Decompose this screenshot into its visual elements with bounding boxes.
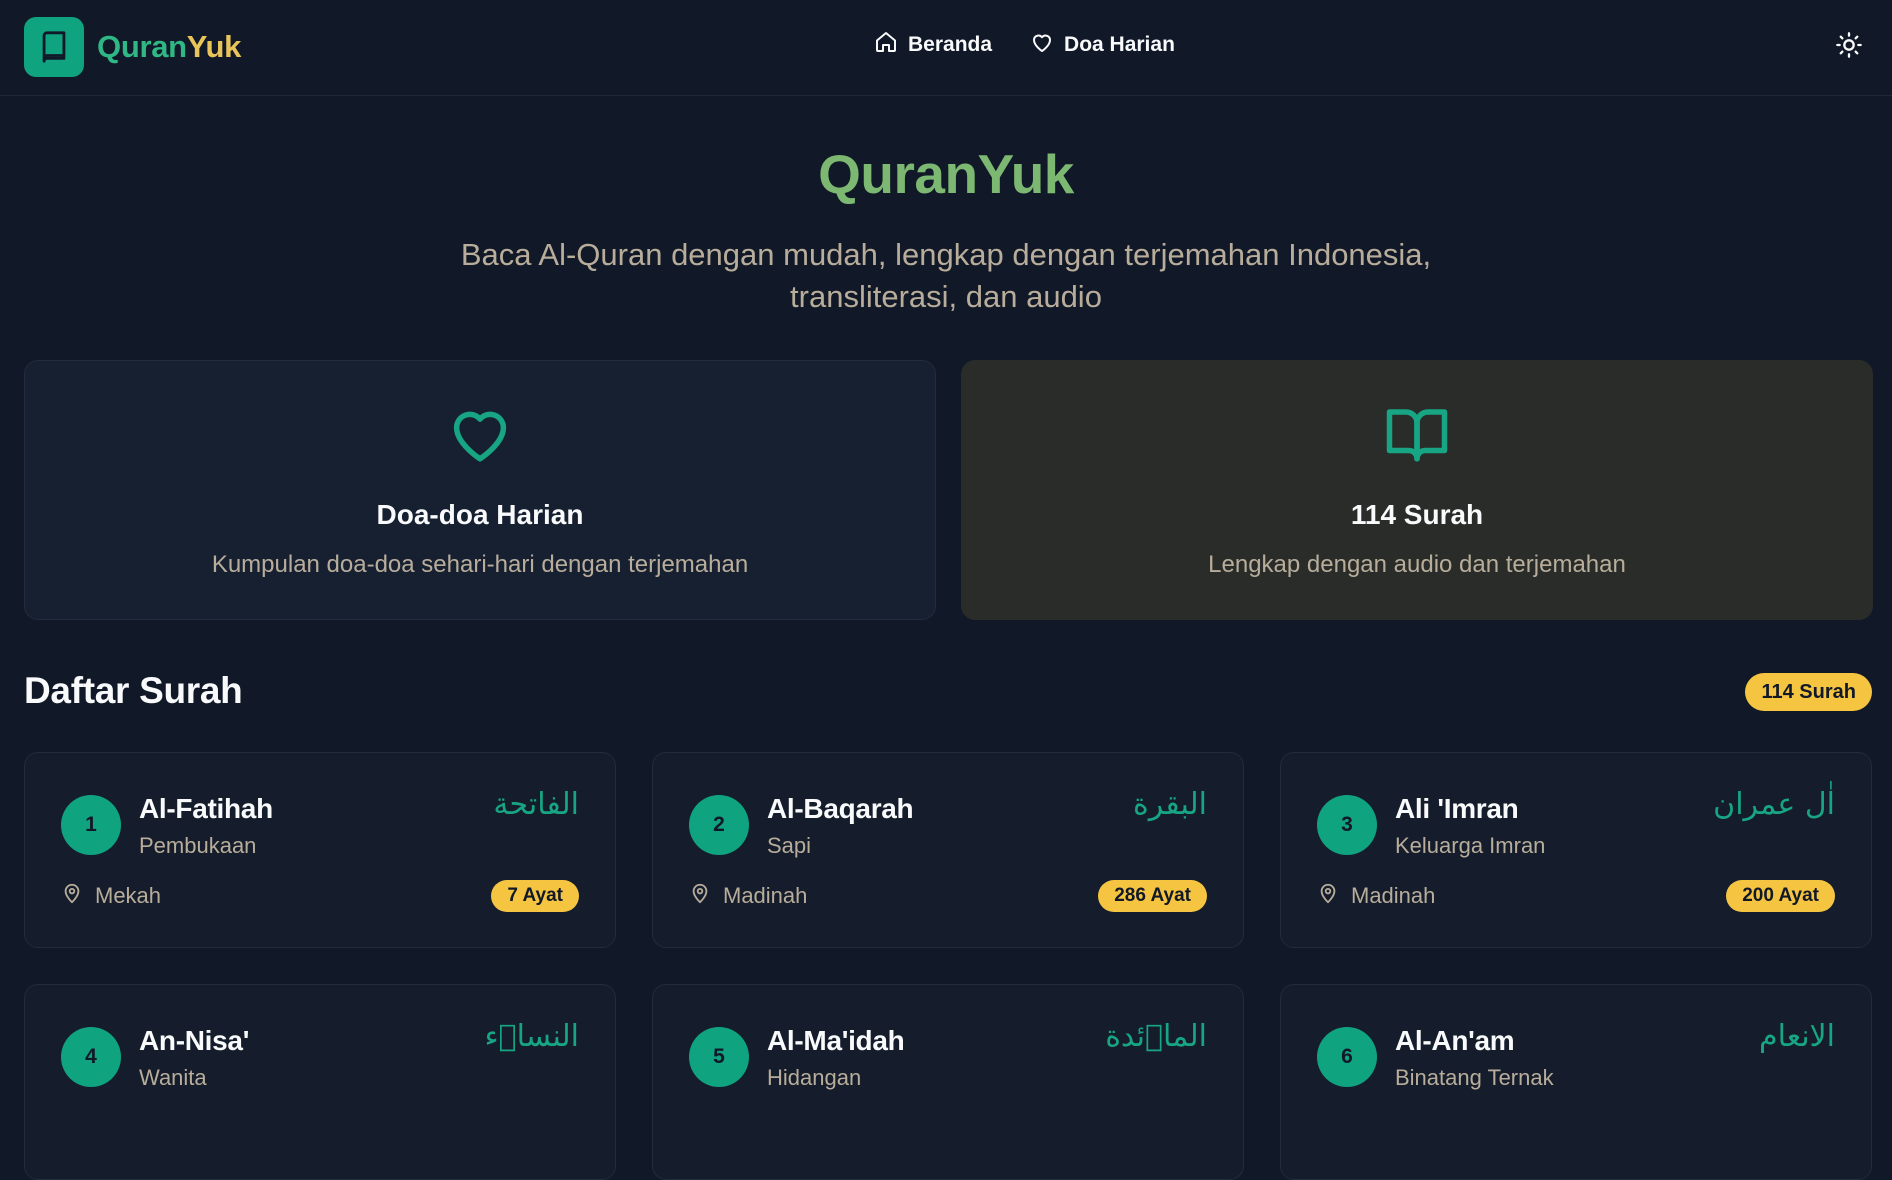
hero: QuranYuk Baca Al-Quran dengan mudah, len… (0, 96, 1892, 318)
surah-number: 3 (1317, 795, 1377, 855)
surah-meaning: Pembukaan (139, 833, 257, 858)
feature-card-surah[interactable]: 114 Surah Lengkap dengan audio dan terje… (961, 360, 1873, 620)
sun-icon (1835, 31, 1863, 64)
hero-title: QuranYuk (818, 143, 1074, 205)
surah-arabic-name: النساۤء (484, 1019, 579, 1054)
surah-meaning: Binatang Ternak (1395, 1065, 1554, 1090)
surah-number: 5 (689, 1027, 749, 1087)
surah-card[interactable]: 5 Al-Ma'idah Hidangan الماۤئدة (652, 984, 1244, 1180)
feature-desc: Kumpulan doa-doa sehari-hari dengan terj… (211, 551, 749, 578)
heart-icon (1030, 30, 1054, 60)
feature-desc: Lengkap dengan audio dan terjemahan (1208, 551, 1626, 578)
surah-place-label: Madinah (723, 883, 808, 908)
theme-toggle-button[interactable] (1832, 30, 1866, 64)
feature-title: Doa-doa Harian (376, 499, 584, 530)
book-icon (24, 17, 84, 77)
map-pin-icon (1317, 881, 1339, 911)
brand-name-part2: Yuk (186, 29, 242, 64)
surah-place-label: Mekah (95, 883, 162, 908)
surah-arabic-name: اٰل عمران (1713, 787, 1835, 822)
surah-card[interactable]: 3 Ali 'Imran Keluarga Imran اٰل عمران Ma… (1280, 752, 1872, 948)
feature-card-doa[interactable]: Doa-doa Harian Kumpulan doa-doa sehari-h… (24, 360, 936, 620)
surah-name: Al-An'am (1395, 1025, 1515, 1056)
feature-title: 114 Surah (1350, 499, 1484, 530)
ayat-count-badge: 286 Ayat (1098, 880, 1207, 912)
surah-card[interactable]: 6 Al-An'am Binatang Ternak الانعام (1280, 984, 1872, 1180)
surah-place-label: Madinah (1351, 883, 1436, 908)
surah-number: 4 (61, 1027, 121, 1087)
nav-item-doa-harian[interactable]: Doa Harian (1030, 30, 1175, 60)
map-pin-icon (689, 881, 711, 911)
surah-name: Al-Fatihah (139, 793, 273, 824)
surah-name: Al-Baqarah (767, 793, 914, 824)
surah-name: Al-Ma'idah (767, 1025, 905, 1056)
surah-place: Mekah (61, 881, 161, 911)
ayat-count-badge: 7 Ayat (491, 880, 579, 912)
ayat-count-badge: 200 Ayat (1726, 880, 1835, 912)
surah-arabic-name: الانعام (1759, 1019, 1835, 1054)
surah-meaning: Sapi (767, 833, 812, 858)
surah-meaning: Hidangan (767, 1065, 862, 1090)
home-icon (874, 30, 898, 60)
surah-place: Madinah (1317, 881, 1435, 911)
surah-meaning: Wanita (139, 1065, 207, 1090)
map-pin-icon (61, 881, 83, 911)
surah-arabic-name: الماۤئدة (1105, 1019, 1207, 1054)
brand[interactable]: QuranYuk (24, 17, 241, 77)
surah-number: 6 (1317, 1027, 1377, 1087)
surah-card[interactable]: 2 Al-Baqarah Sapi البقرة Madinah 286 Aya… (652, 752, 1244, 948)
surah-meaning: Keluarga Imran (1395, 833, 1546, 858)
nav-item-label: Beranda (908, 33, 993, 56)
brand-name-part1: Quran (97, 29, 187, 64)
surah-card[interactable]: 1 Al-Fatihah Pembukaan الفاتحة Mekah 7 A… (24, 752, 616, 948)
surah-number: 1 (61, 795, 121, 855)
open-book-icon (962, 401, 1872, 469)
surah-count-badge: 114 Surah (1745, 673, 1872, 711)
surah-list-title: Daftar Surah (24, 670, 243, 711)
hero-subtitle: Baca Al-Quran dengan mudah, lengkap deng… (460, 237, 1432, 314)
navbar: QuranYuk Beranda Doa Harian (0, 0, 1892, 96)
surah-arabic-name: الفاتحة (493, 787, 579, 822)
nav-item-label: Doa Harian (1064, 33, 1175, 56)
surah-arabic-name: البقرة (1133, 787, 1207, 822)
brand-name: QuranYuk (97, 29, 241, 65)
surah-card[interactable]: 4 An-Nisa' Wanita النساۤء (24, 984, 616, 1180)
nav-item-beranda[interactable]: Beranda (874, 30, 992, 60)
surah-name: An-Nisa' (139, 1025, 250, 1056)
surah-place: Madinah (689, 881, 807, 911)
heart-icon (25, 401, 935, 469)
nav-links: Beranda Doa Harian (874, 30, 1175, 60)
surah-number: 2 (689, 795, 749, 855)
surah-name: Ali 'Imran (1395, 793, 1519, 824)
